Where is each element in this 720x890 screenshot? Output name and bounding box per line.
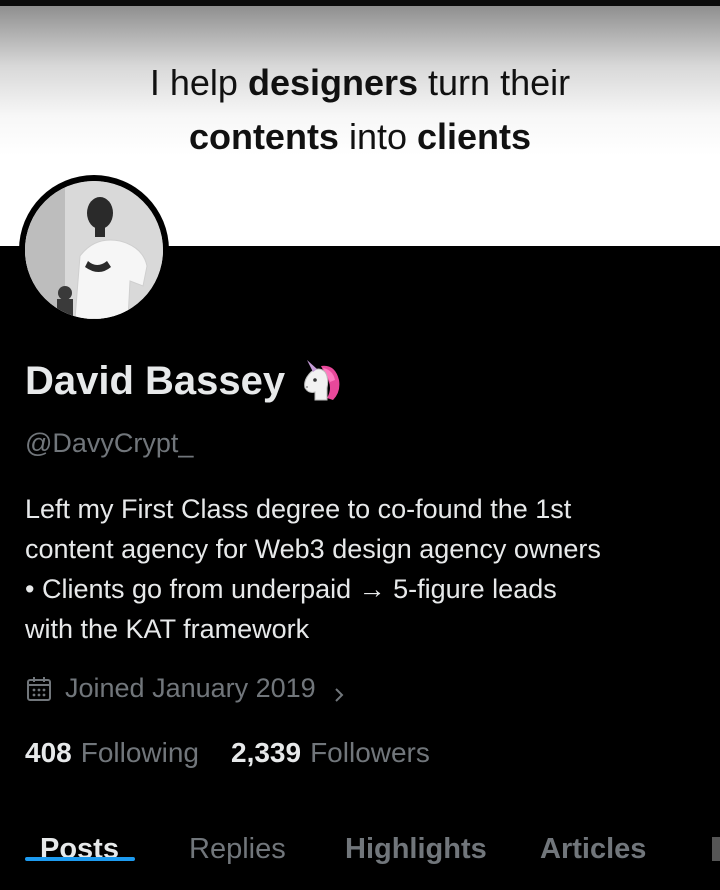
avatar[interactable] (19, 175, 169, 325)
profile-bio: Left my First Class degree to co-found t… (25, 494, 601, 644)
banner-text-bold: designers (247, 62, 419, 103)
tab-articles[interactable]: Articles (540, 828, 646, 870)
tab-overflow-partial[interactable] (712, 837, 720, 861)
banner-line-1: I help designers turn their (0, 56, 720, 110)
tab-posts[interactable]: Posts (40, 828, 119, 870)
banner-text-part: turn their (418, 62, 571, 103)
active-tab-indicator (25, 857, 135, 861)
avatar-photo (25, 181, 163, 319)
banner-text-part: I help (149, 62, 248, 103)
followers-count: 2,339 (231, 737, 302, 768)
name-row: David Bassey (25, 358, 343, 404)
banner-text: I help designers turn their contents int… (0, 56, 720, 164)
following-count: 408 (25, 737, 72, 768)
follow-counts: 408 Following 2,339 Followers (25, 737, 430, 769)
joined-label: Joined January 2019 (65, 673, 316, 703)
joined-date[interactable]: Joined January 2019 (25, 673, 348, 704)
display-name: David Bassey (25, 358, 286, 403)
banner-text-bold: contents (188, 116, 339, 157)
following-label: Following (80, 737, 199, 768)
tab-highlights[interactable]: Highlights (345, 828, 487, 870)
tab-replies[interactable]: Replies (189, 828, 286, 870)
followers-link[interactable]: 2,339 Followers (231, 737, 430, 769)
banner-text-bold: clients (417, 116, 532, 157)
unicorn-icon (297, 358, 343, 404)
following-link[interactable]: 408 Following (25, 737, 199, 769)
calendar-icon (25, 675, 53, 703)
chevron-right-icon (330, 680, 348, 702)
banner-line-2: contents into clients (0, 110, 720, 164)
banner-text-part: into (338, 116, 417, 157)
profile-handle: @DavyCrypt_ (25, 428, 194, 458)
followers-label: Followers (310, 737, 430, 768)
